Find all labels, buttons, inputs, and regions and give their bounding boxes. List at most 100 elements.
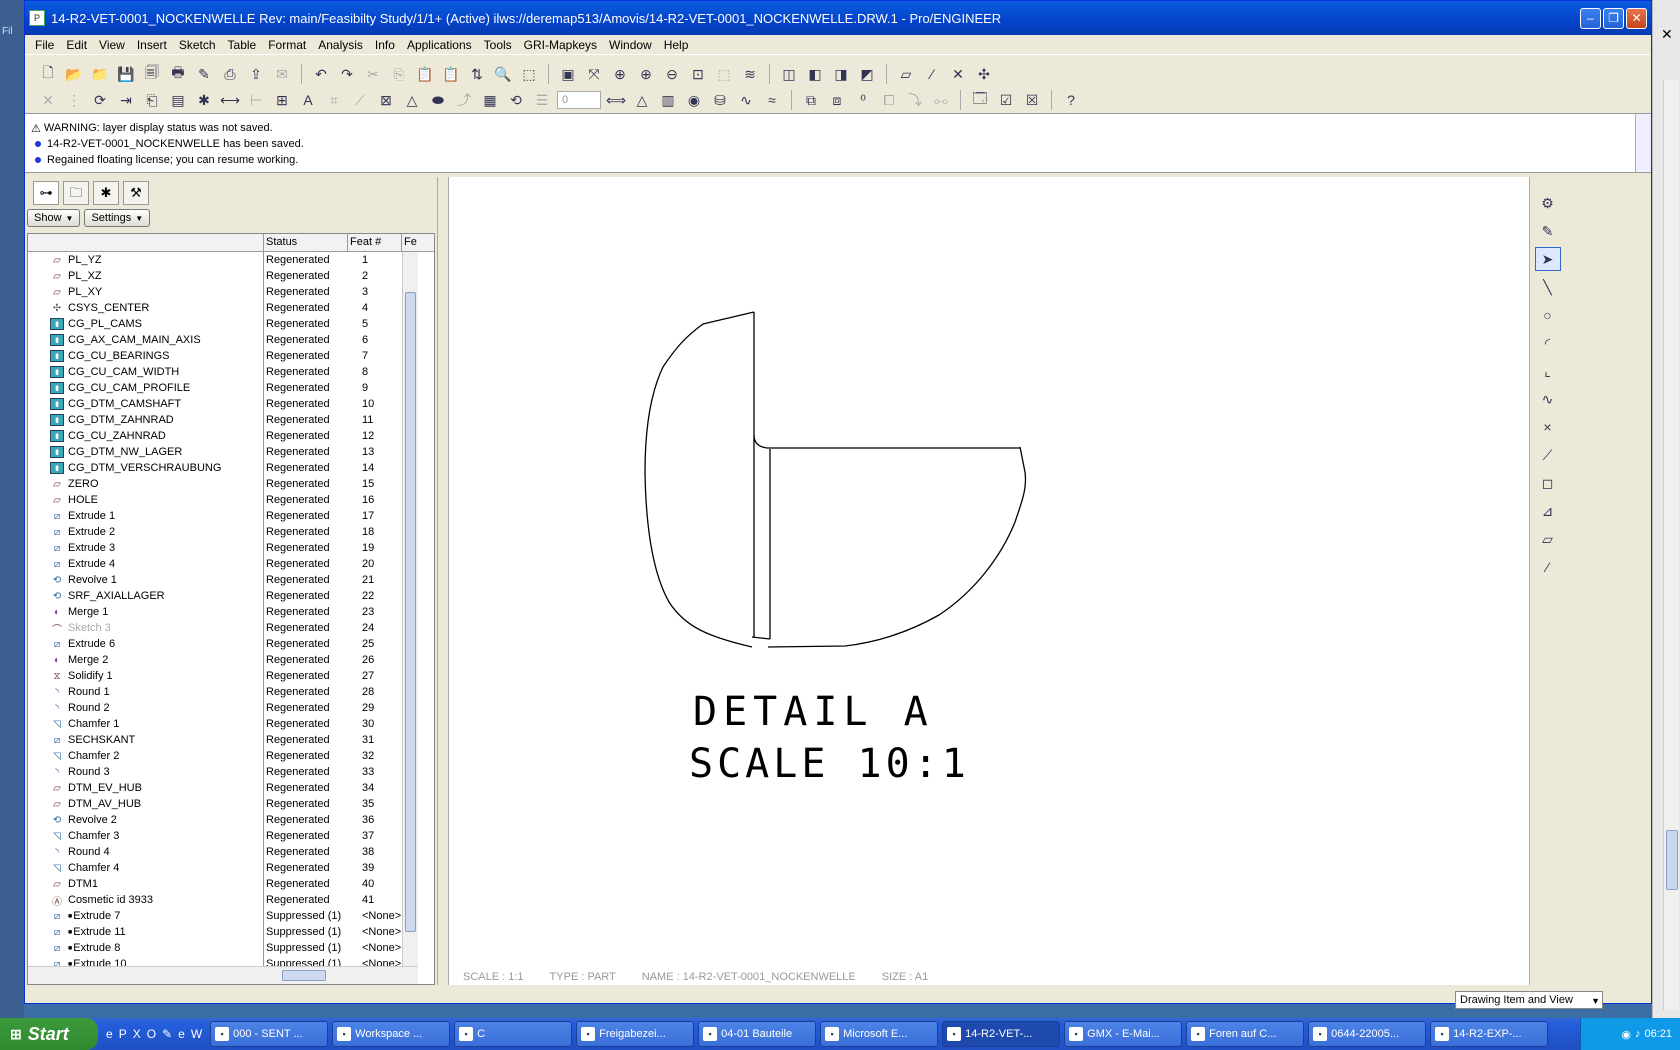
tree-row-name-cell[interactable]: ▮ CG_DTM_VERSCHRAUBUNG [28, 460, 264, 476]
maximize-button[interactable]: ❐ [1603, 7, 1624, 29]
export-icon[interactable]: ⇪ [245, 63, 267, 85]
tree-row[interactable]: ⟲ Revolve 1 Regenerated 21 [28, 572, 418, 588]
regenerate-icon[interactable]: ⇅ [466, 63, 488, 85]
tray-network-icon[interactable]: ◉ [1621, 1028, 1631, 1041]
view-icon[interactable]: ⧉ [800, 89, 822, 111]
spin-center-icon[interactable]: ⤧ [583, 63, 605, 85]
background-close-icon[interactable]: ✕ [1661, 26, 1673, 43]
message-scrollbar[interactable] [1635, 114, 1651, 172]
tree-row-name-cell[interactable]: ⧄ Extrude 1 [28, 508, 264, 524]
hidden-line-icon[interactable]: ◧ [804, 63, 826, 85]
tree-row-name-cell[interactable]: ✣ CSYS_CENTER [28, 300, 264, 316]
close-button[interactable]: ✕ [1626, 7, 1647, 29]
menu-sketch[interactable]: Sketch [173, 38, 222, 52]
col-name-header[interactable] [28, 234, 264, 251]
tree-row-name-cell[interactable]: ◹ Chamfer 3 [28, 828, 264, 844]
menu-tools[interactable]: Tools [478, 38, 518, 52]
tree-row-name-cell[interactable]: ⧄ ■ Extrude 7 [28, 908, 264, 924]
tree-row[interactable]: ⌒ Sketch 3 Regenerated 24 [28, 620, 418, 636]
window-close-icon[interactable]: ☒ [1021, 89, 1043, 111]
tree-row-name-cell[interactable]: ▱ DTM_AV_HUB [28, 796, 264, 812]
gtol-icon[interactable]: ⟋ [349, 89, 371, 111]
triangle-icon[interactable]: △ [631, 89, 653, 111]
wave-icon[interactable]: ≈ [761, 89, 783, 111]
tree-vertical-scrollbar[interactable] [402, 252, 418, 966]
break-icon[interactable]: ⤵ [904, 89, 926, 111]
fillet-icon[interactable]: ⌞ [1535, 359, 1561, 383]
taskbar-task-button[interactable]: ▪ GMX - E-Mai... [1064, 1021, 1183, 1047]
tree-row[interactable]: ◹ Chamfer 2 Regenerated 32 [28, 748, 418, 764]
regen-table-icon[interactable]: ⟲ [505, 89, 527, 111]
tree-row-name-cell[interactable]: ▱ PL_XY [28, 284, 264, 300]
stamp-icon[interactable]: ⛁ [709, 89, 731, 111]
tree-row[interactable]: ⧄ ■ Extrude 8 Suppressed (1) <None> [28, 940, 418, 956]
balloon-icon[interactable]: ⬬ [427, 89, 449, 111]
tree-row-name-cell[interactable]: ▮ CG_DTM_ZAHNRAD [28, 412, 264, 428]
favorites-tab-icon[interactable]: ✱ [93, 181, 119, 205]
tree-row-name-cell[interactable]: ▮ CG_DTM_CAMSHAFT [28, 396, 264, 412]
tree-row-name-cell[interactable]: ⌒ Sketch 3 [28, 620, 264, 636]
tree-row[interactable]: ◝ Round 2 Regenerated 29 [28, 700, 418, 716]
tree-row[interactable]: ◐ Merge 1 Regenerated 23 [28, 604, 418, 620]
find-icon[interactable]: 🔍 [492, 63, 514, 85]
datum-axis-icon[interactable]: ⁄ [1535, 555, 1561, 579]
tree-row-name-cell[interactable]: ▱ DTM_EV_HUB [28, 780, 264, 796]
number-field[interactable]: 0 [557, 91, 601, 109]
detail-scale[interactable]: SCALE 10:1 [689, 741, 970, 787]
tree-row-name-cell[interactable]: ▮ CG_CU_CAM_WIDTH [28, 364, 264, 380]
tree-row-name-cell[interactable]: ▱ ZERO [28, 476, 264, 492]
tree-row[interactable]: ⧄ ■ Extrude 7 Suppressed (1) <None> [28, 908, 418, 924]
taskbar-task-button[interactable]: ▪ 0644-22005... [1308, 1021, 1427, 1047]
quicklaunch-ppt-icon[interactable]: P [119, 1027, 127, 1041]
connections-tab-icon[interactable]: ⚒ [123, 181, 149, 205]
no-hidden-icon[interactable]: ◨ [830, 63, 852, 85]
tree-row-name-cell[interactable]: ▮ CG_CU_ZAHNRAD [28, 428, 264, 444]
save-copy-icon[interactable]: 🗐 [141, 63, 163, 85]
menu-analysis[interactable]: Analysis [312, 38, 369, 52]
layers-icon[interactable]: ≋ [739, 63, 761, 85]
menu-applications[interactable]: Applications [401, 38, 478, 52]
quicklaunch-tool-icon[interactable]: ✎ [162, 1027, 172, 1041]
tree-row-name-cell[interactable]: Ⓐ Cosmetic id 3933 [28, 892, 264, 908]
tree-row[interactable]: ⧄ ■ Extrude 11 Suppressed (1) <None> [28, 924, 418, 940]
tree-row[interactable]: ⧄ Extrude 1 Regenerated 17 [28, 508, 418, 524]
new-file-icon[interactable]: 🗋 [37, 63, 59, 85]
format-icon[interactable]: ☰ [531, 89, 553, 111]
arc-icon[interactable]: ◜ [1535, 331, 1561, 355]
tree-row[interactable]: ▮ CG_DTM_ZAHNRAD Regenerated 11 [28, 412, 418, 428]
attach-icon[interactable]: ⧟ [930, 89, 952, 111]
shading-icon[interactable]: ◩ [856, 63, 878, 85]
paste-icon[interactable]: 📋 [414, 63, 436, 85]
tree-row[interactable]: ⧄ ■ Extrude 10 Suppressed (1) <None> [28, 956, 418, 966]
menu-window[interactable]: Window [603, 38, 658, 52]
tree-row-name-cell[interactable]: ◝ Round 3 [28, 764, 264, 780]
mirror-icon[interactable]: ⊿ [1535, 499, 1561, 523]
zoom-out-icon[interactable]: ⊖ [661, 63, 683, 85]
tree-row[interactable]: ▱ DTM_EV_HUB Regenerated 34 [28, 780, 418, 796]
menu-insert[interactable]: Insert [131, 38, 173, 52]
reorient-icon[interactable]: ⬚ [713, 63, 735, 85]
quicklaunch-excel-icon[interactable]: X [133, 1027, 141, 1041]
menu-format[interactable]: Format [262, 38, 312, 52]
tree-row-name-cell[interactable]: ⟲ SRF_AXIALLAGER [28, 588, 264, 604]
menu-table[interactable]: Table [222, 38, 263, 52]
tree-row-name-cell[interactable]: ⧄ Extrude 6 [28, 636, 264, 652]
sheet-icon[interactable]: ⎗ [141, 89, 163, 111]
redo-icon[interactable]: ↷ [336, 63, 358, 85]
col-feat-header[interactable]: Feat # [348, 234, 402, 251]
csys-icon[interactable]: ✣ [973, 63, 995, 85]
cut-icon[interactable]: ✂ [362, 63, 384, 85]
col-extra-header[interactable]: Fe [402, 234, 417, 251]
title-bar[interactable]: P 14-R2-VET-0001_NOCKENWELLE Rev: main/F… [25, 1, 1651, 35]
tree-row[interactable]: ▮ CG_DTM_VERSCHRAUBUNG Regenerated 14 [28, 460, 418, 476]
print-icon[interactable]: 🖶 [167, 63, 189, 85]
datum-tag-icon[interactable]: △ [401, 89, 423, 111]
tree-row[interactable]: ✣ CSYS_CENTER Regenerated 4 [28, 300, 418, 316]
pdf-icon[interactable]: ⎙ [219, 63, 241, 85]
paste-special-icon[interactable]: 📋 [440, 63, 462, 85]
sketch-tools-icon[interactable]: ✎ [1535, 219, 1561, 243]
email-icon[interactable]: ✉ [271, 63, 293, 85]
select-arrow-icon[interactable]: ➤ [1534, 247, 1561, 271]
line-icon[interactable]: ╲ [1535, 275, 1561, 299]
delete-icon[interactable]: ✕ [37, 89, 59, 111]
